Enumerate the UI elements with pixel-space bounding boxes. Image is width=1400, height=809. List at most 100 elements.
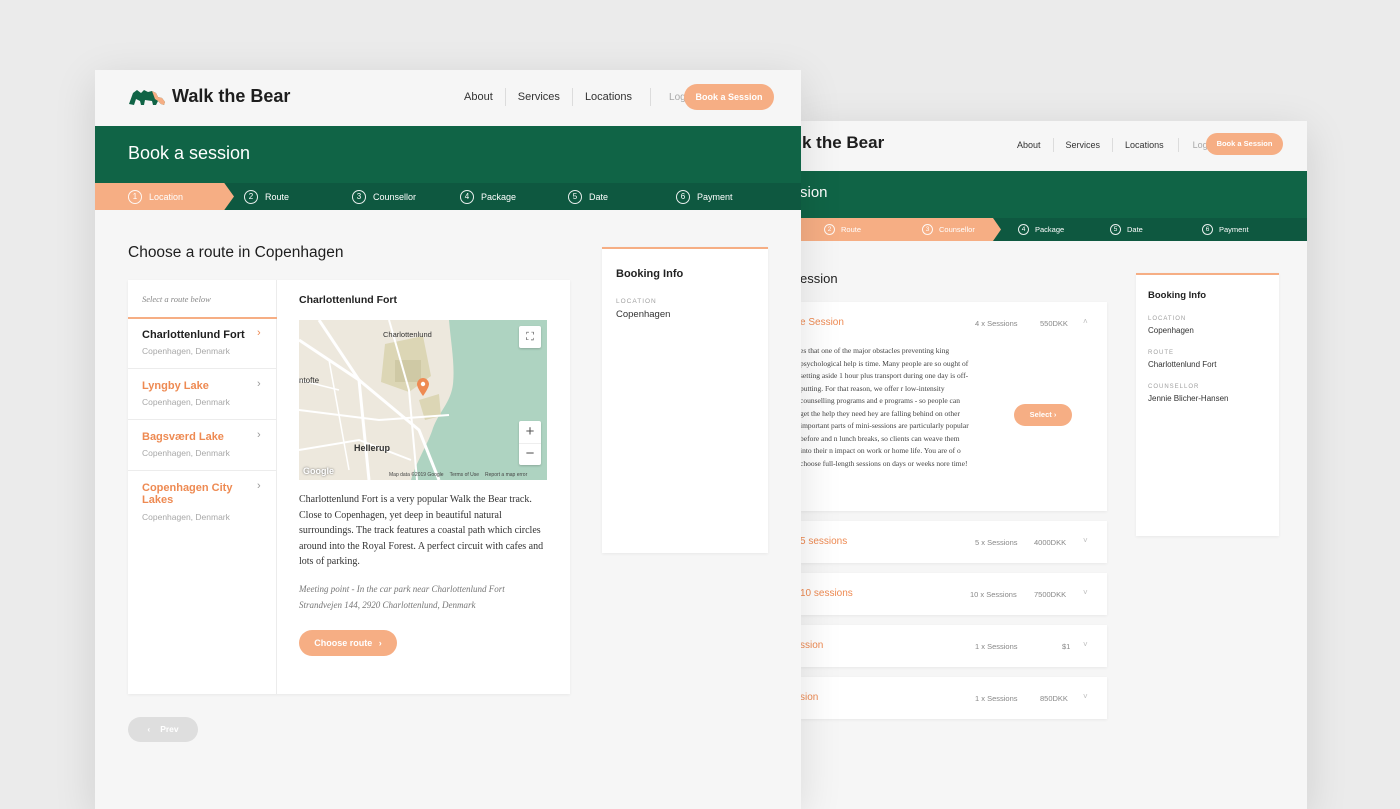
nav-divider [571, 88, 573, 106]
route-selector-card: Select a route below Charlottenlund Fort… [128, 280, 570, 694]
route-name: Lyngby Lake [142, 380, 209, 392]
booking-info-panel: Booking Info Location Copenhagen [602, 247, 768, 553]
route-name: Copenhagen City Lakes [142, 482, 233, 506]
logo-text: Walk the Bear [172, 86, 291, 106]
nav-about[interactable]: About [464, 91, 493, 103]
nav-locations[interactable]: Locations [1125, 140, 1164, 150]
route-item-lyngby-lake[interactable]: Lyngby Lake Copenhagen, Denmark › [128, 370, 277, 420]
route-item-bagsvaerd-lake[interactable]: Bagsværd Lake Copenhagen, Denmark › [128, 421, 277, 471]
book-session-button[interactable]: Book a Session [684, 84, 774, 110]
step-date[interactable]: 5 Date [1093, 218, 1185, 241]
package-price: $1 [1062, 642, 1071, 651]
package-price: 850DKK [1040, 694, 1068, 703]
route-place: Copenhagen, Denmark [142, 397, 230, 407]
chevron-left-icon: ‹ [147, 724, 151, 734]
nav-divider [1177, 138, 1179, 152]
chevron-right-icon: › [257, 327, 261, 339]
package-name: 10 sessions [800, 588, 853, 599]
banner: sion 2 Route 3 Counsellor 4 Package 5 Da… [800, 171, 1307, 241]
step-progress: 2 Route 3 Counsellor 4 Package 5 Date 6 … [800, 218, 1307, 241]
chevron-right-icon: › [257, 480, 261, 492]
nav-locations[interactable]: Locations [585, 91, 632, 103]
step-route[interactable]: 2 Route [234, 183, 342, 210]
google-logo: Google [303, 466, 334, 476]
chevron-down-icon[interactable]: ˅ [1083, 692, 1088, 701]
package-count: 1 x Sessions [975, 694, 1018, 703]
package-name: e Session [800, 317, 844, 328]
step-counsellor[interactable]: 3 Counsellor [901, 218, 1001, 241]
chevron-down-icon[interactable]: ˅ [1083, 588, 1088, 597]
package-price: 7500DKK [1034, 590, 1067, 599]
step-package[interactable]: 4 Package [1001, 218, 1093, 241]
route-item-copenhagen-city-lakes[interactable]: Copenhagen City Lakes Copenhagen, Denmar… [128, 472, 277, 538]
banner-title: Book a session [128, 143, 251, 163]
package-count: 4 x Sessions [975, 319, 1018, 328]
booking-info-title: Booking Info [616, 268, 684, 280]
route-map[interactable]: Charlottenlund ntofte Hellerup Google Ma… [299, 320, 547, 480]
nav-divider [1112, 138, 1114, 152]
chevron-down-icon[interactable]: ˅ [1083, 536, 1088, 545]
booking-page-route-step: Walk the Bear About Services Locations L… [95, 70, 801, 809]
step-counsellor[interactable]: 3 Counsellor [342, 183, 450, 210]
package-price: 550DKK [1040, 319, 1068, 328]
nav-services[interactable]: Services [518, 91, 560, 103]
package-card-expanded[interactable]: e Session 4 x Sessions 550DKK ˄ es that … [800, 302, 1107, 511]
nav-services[interactable]: Services [1066, 140, 1101, 150]
select-package-button[interactable]: Select › [1014, 404, 1072, 426]
route-label: Route [1148, 350, 1174, 356]
prev-button[interactable]: ‹ Prev [128, 717, 198, 742]
step-payment[interactable]: 6 Payment [1185, 218, 1277, 241]
header: Walk the Bear About Services Locations L… [95, 70, 801, 126]
chevron-down-icon[interactable]: ˅ [1083, 640, 1088, 649]
terms-link[interactable]: Terms of Use [450, 472, 479, 478]
package-card[interactable]: 5 sessions 5 x Sessions 4000DKK ˅ [800, 521, 1107, 563]
page-heading: ession [800, 271, 838, 286]
map-graphic [299, 320, 547, 480]
location-value: Copenhagen [616, 309, 671, 320]
report-link[interactable]: Report a map error [485, 472, 527, 478]
step-date[interactable]: 5 Date [558, 183, 666, 210]
logo[interactable]: k the Bear [802, 133, 884, 153]
package-card[interactable]: 10 sessions 10 x Sessions 7500DKK ˅ [800, 573, 1107, 615]
choose-route-button[interactable]: Choose route › [299, 630, 397, 656]
package-name: 5 sessions [800, 536, 848, 547]
meeting-point: Meeting point - In the car park near Cha… [299, 584, 505, 610]
package-count: 5 x Sessions [975, 538, 1018, 547]
page-heading: Choose a route in Copenhagen [128, 244, 344, 261]
package-price: 4000DKK [1034, 538, 1067, 547]
chevron-right-icon: › [257, 378, 261, 390]
zoom-in-button[interactable]: + [519, 421, 541, 443]
header: k the Bear About Services Locations Logi… [800, 121, 1307, 171]
logo[interactable]: Walk the Bear [128, 86, 290, 107]
package-card[interactable]: ssion 1 x Sessions $1 ˅ [800, 625, 1107, 667]
step-package[interactable]: 4 Package [450, 183, 558, 210]
package-name: sion [800, 692, 819, 703]
zoom-out-button[interactable]: − [519, 443, 541, 465]
map-label: Charlottenlund [383, 330, 432, 339]
step-location[interactable]: 1 Location [95, 183, 234, 210]
route-name: Bagsværd Lake [142, 431, 224, 443]
booking-page-package-step: k the Bear About Services Locations Logi… [800, 121, 1307, 809]
package-card[interactable]: sion 1 x Sessions 850DKK ˅ [800, 677, 1107, 719]
route-item-charlottenlund-fort[interactable]: Charlottenlund Fort Copenhagen, Denmark … [128, 319, 277, 369]
step-route[interactable]: 2 Route [800, 218, 901, 241]
package-name: ssion [800, 640, 824, 651]
chevron-up-icon[interactable]: ˄ [1083, 317, 1088, 326]
nav-divider [650, 88, 652, 106]
nav-divider [504, 88, 506, 106]
location-label: Location [1148, 316, 1187, 322]
route-value: Charlottenlund Fort [1148, 360, 1217, 369]
route-description: Charlottenlund Fort is a very popular Wa… [299, 494, 544, 567]
booking-info-title: Booking Info [1148, 290, 1207, 301]
package-description: es that one of the major obstacles preve… [800, 346, 969, 468]
book-session-button[interactable]: Book a Session [1206, 133, 1283, 155]
main-nav: About Services Locations Login [1017, 135, 1215, 155]
route-place: Copenhagen, Denmark [142, 448, 230, 458]
zoom-controls: + − [519, 421, 541, 465]
booking-info-panel: Booking Info Location Copenhagen Route C… [1136, 273, 1279, 536]
fullscreen-icon[interactable]: ⛶ [519, 326, 541, 348]
nav-divider [1052, 138, 1054, 152]
nav-about[interactable]: About [1017, 140, 1041, 150]
step-payment[interactable]: 6 Payment [666, 183, 786, 210]
route-place: Copenhagen, Denmark [142, 346, 230, 356]
